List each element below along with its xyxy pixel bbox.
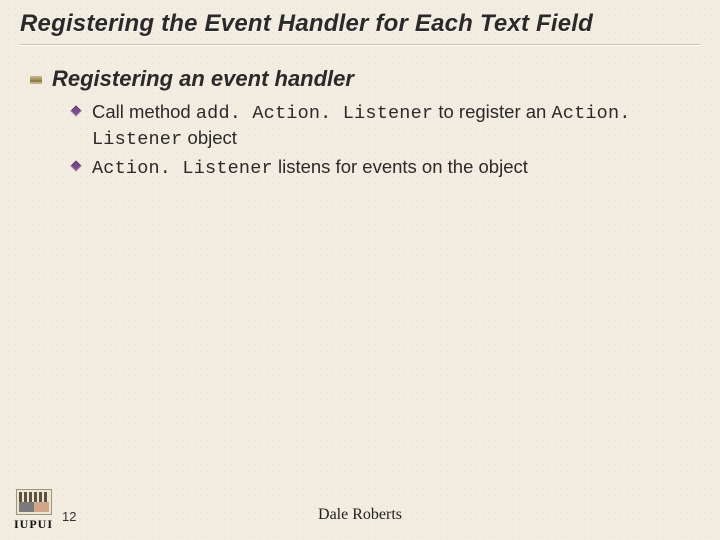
logo-text: IUPUI	[14, 517, 53, 532]
author-name: Dale Roberts	[318, 506, 402, 524]
slide-footer: IUPUI 12 Dale Roberts	[0, 490, 720, 534]
item-text: object	[182, 127, 237, 148]
list-item: Call method add. Action. Listener to reg…	[92, 100, 696, 151]
logo-graphic-icon	[16, 489, 52, 515]
item-text: to register an	[433, 101, 551, 122]
item-code: add. Action. Listener	[196, 103, 433, 124]
page-number: 12	[62, 509, 76, 524]
iupui-logo: IUPUI	[14, 489, 53, 532]
slide-title: Registering the Event Handler for Each T…	[0, 0, 720, 44]
diamond-bullet-icon	[70, 105, 81, 116]
item-list: Call method add. Action. Listener to reg…	[52, 92, 696, 181]
item-text: listens for events on the object	[273, 156, 528, 177]
section-heading: Registering an event handler	[52, 66, 696, 92]
item-code: Action. Listener	[92, 158, 273, 179]
section-bullet-icon	[30, 76, 42, 84]
item-text: Call method	[92, 101, 196, 122]
list-item: Action. Listener listens for events on t…	[92, 155, 696, 181]
title-divider	[20, 44, 700, 46]
section: Registering an event handler Call method…	[0, 56, 720, 181]
diamond-bullet-icon	[70, 161, 81, 172]
